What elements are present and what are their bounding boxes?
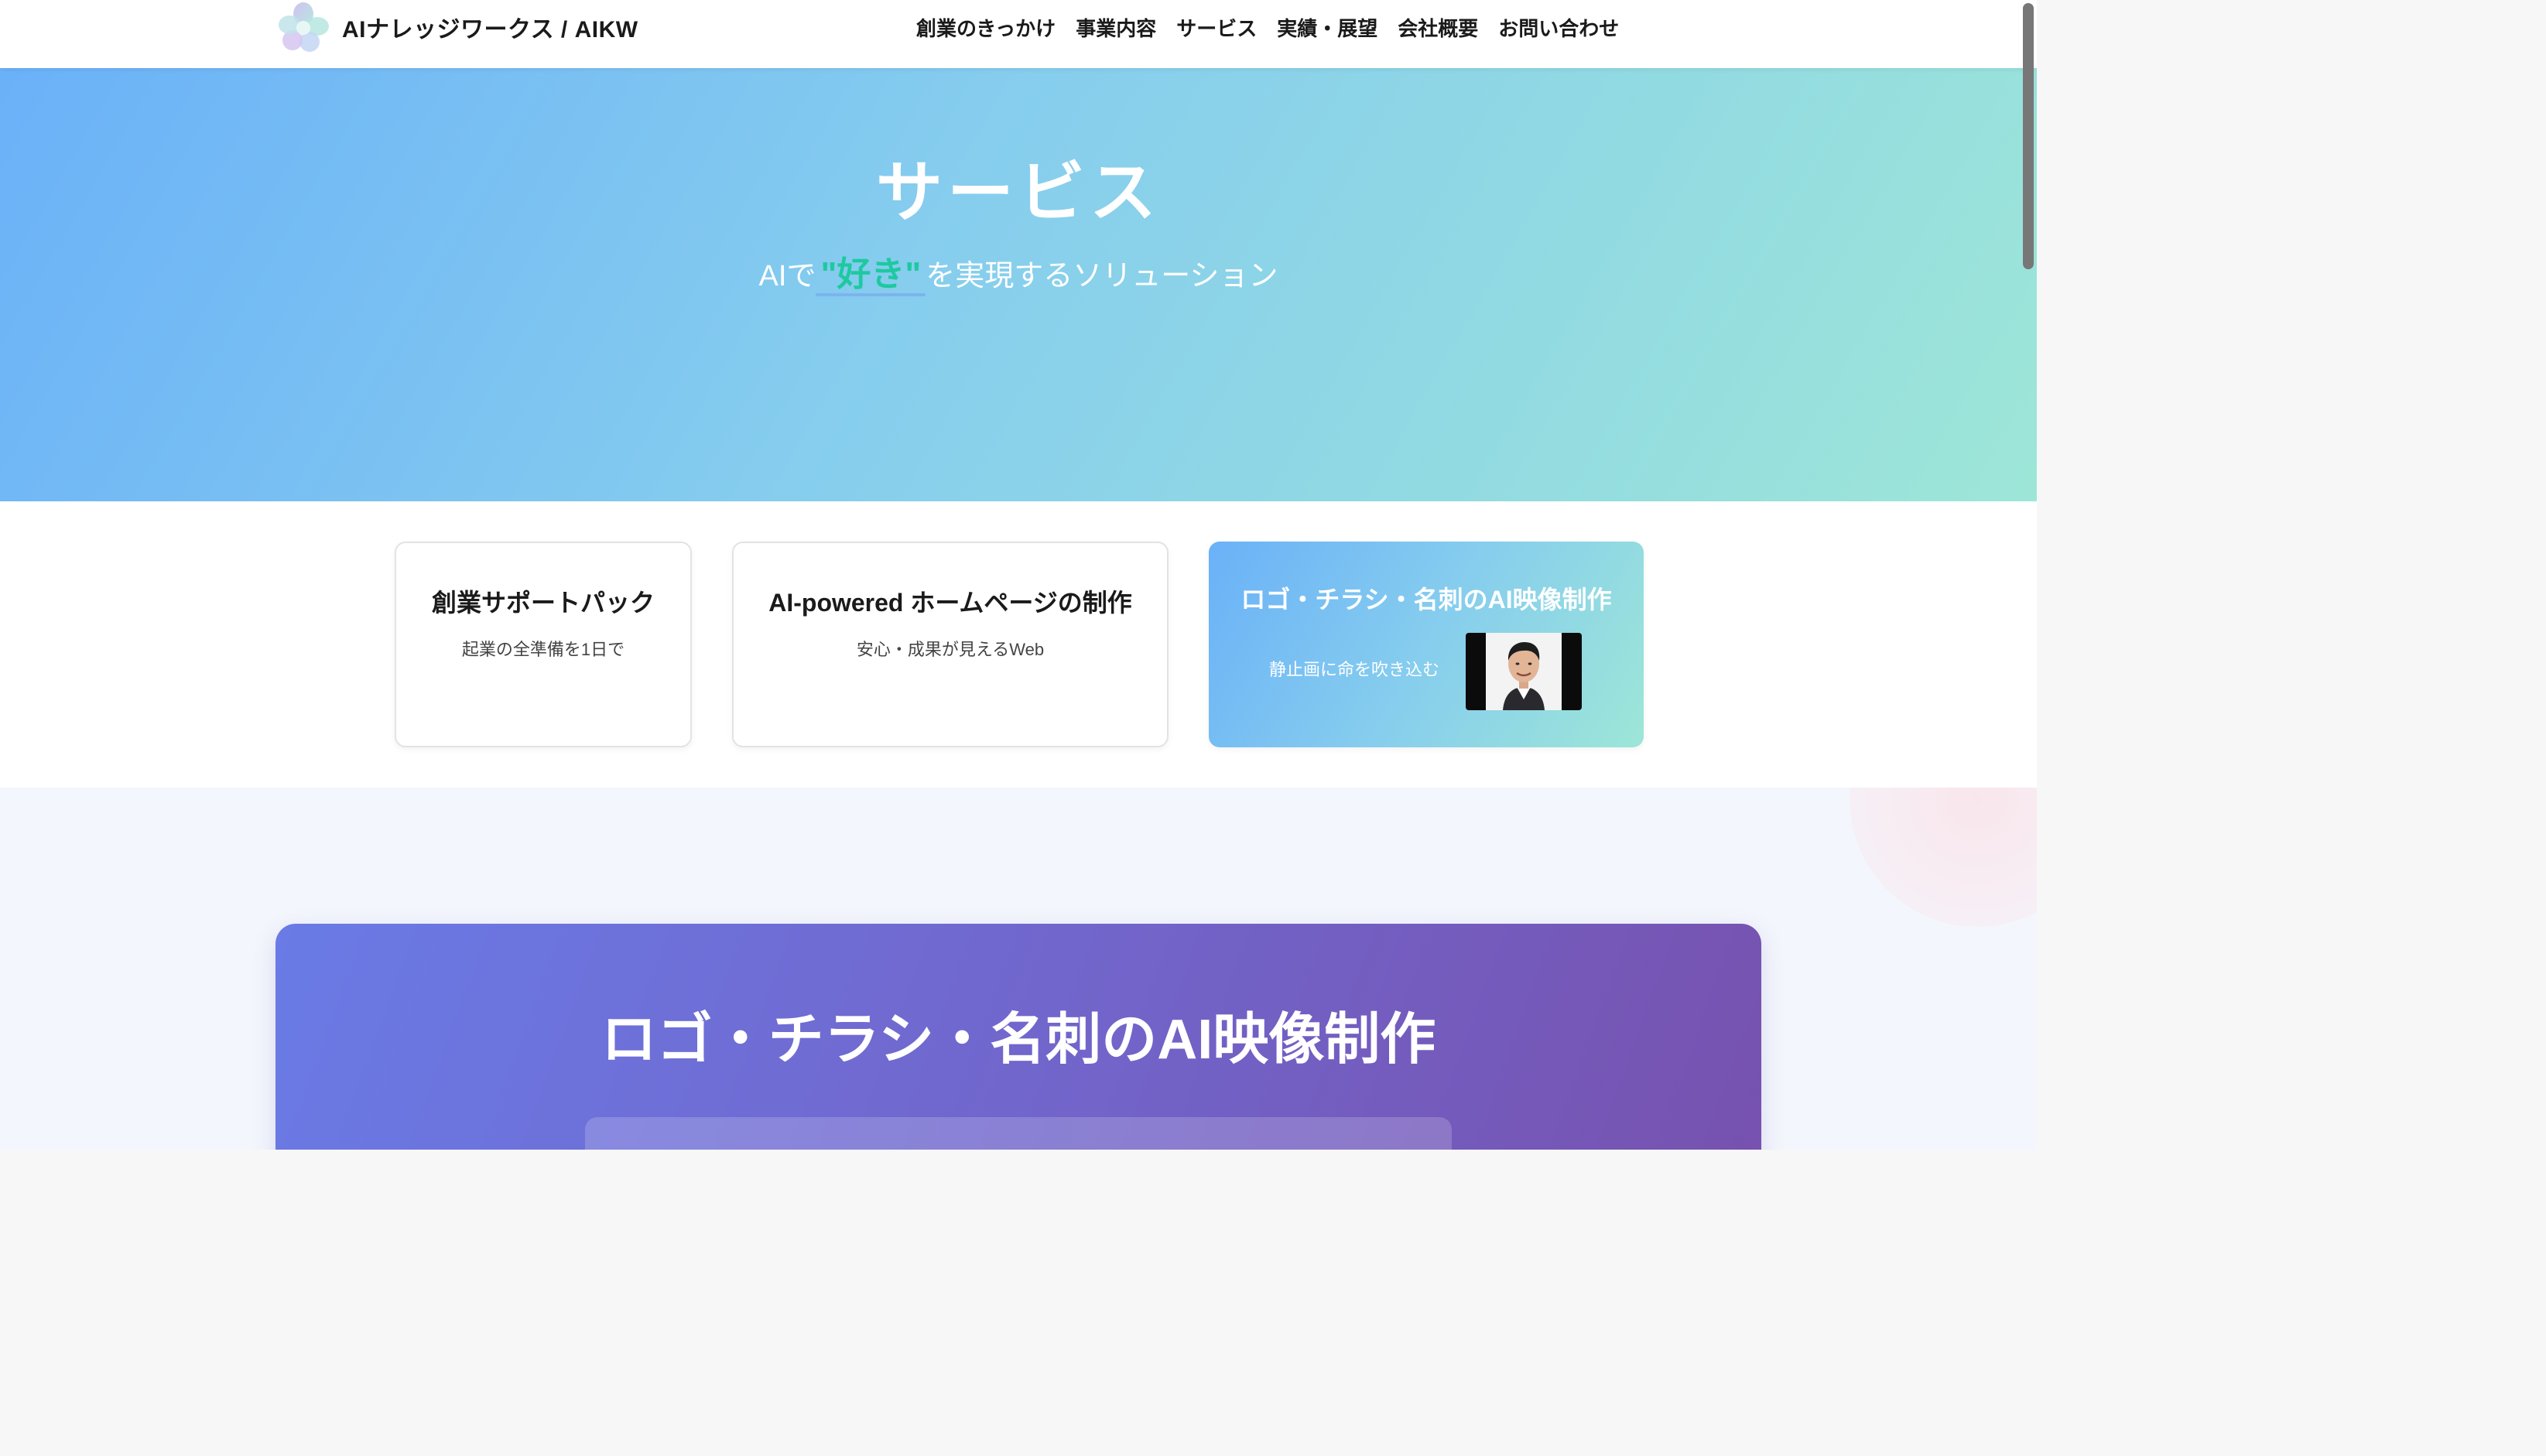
service-card-ai-video[interactable]: ロゴ・チラシ・名刺のAI映像制作 静止画に命を吹き込む xyxy=(1209,542,1644,747)
service-card-startup[interactable]: 創業サポートパック 起業の全準備を1日で xyxy=(395,542,692,747)
flower-logo-icon xyxy=(279,2,329,52)
service-card-website[interactable]: AI-powered ホームページの制作 安心・成果が見えるWeb xyxy=(732,542,1169,747)
site-logo[interactable]: AIナレッジワークス / AIKW xyxy=(275,0,638,54)
nav-services[interactable]: サービス xyxy=(1176,13,1257,42)
scrollbar-thumb[interactable] xyxy=(2023,3,2034,269)
nav-contact[interactable]: お問い合わせ xyxy=(1498,13,1619,42)
card-subtitle: 安心・成果が見えるWeb xyxy=(856,640,1045,659)
nav-achievements[interactable]: 実績・展望 xyxy=(1277,13,1377,42)
portrait-thumbnail-icon xyxy=(1466,633,1582,710)
scrollbar[interactable] xyxy=(2020,0,2037,1150)
hero-subtitle: AIで "好き" を実現するソリューション xyxy=(0,246,2037,296)
card-subtitle: 静止画に命を吹き込む xyxy=(1269,660,1440,679)
section-title: ロゴ・チラシ・名刺のAI映像制作 xyxy=(601,1009,1436,1071)
site-header: AIナレッジワークス / AIKW 創業のきっかけ 事業内容 サービス 実績・展… xyxy=(0,0,2037,68)
hero-subtitle-suffix: を実現するソリューション xyxy=(926,260,1278,292)
portrait-photo xyxy=(1486,633,1562,710)
browser-viewport: AIナレッジワークス / AIKW 創業のきっかけ 事業内容 サービス 実績・展… xyxy=(0,0,2037,1150)
card-title: 創業サポートパック xyxy=(431,589,655,617)
card-title: AI-powered ホームページの制作 xyxy=(768,589,1132,617)
nav-origin[interactable]: 創業のきっかけ xyxy=(916,13,1056,42)
site-name: AIナレッジワークス / AIKW xyxy=(342,17,638,43)
nav-business[interactable]: 事業内容 xyxy=(1076,13,1156,42)
nav-company[interactable]: 会社概要 xyxy=(1398,13,1478,42)
hero-subtitle-highlight: "好き" xyxy=(816,255,926,296)
page-title: サービス xyxy=(876,156,1161,230)
card-title: ロゴ・チラシ・名刺のAI映像制作 xyxy=(1240,586,1612,614)
decorative-circle xyxy=(1850,788,2037,927)
service-cards: 創業サポートパック 起業の全準備を1日で AI-powered ホームページの制… xyxy=(0,501,2037,788)
card-subtitle: 起業の全準備を1日で xyxy=(461,640,625,659)
feature-content-box xyxy=(585,1117,1452,1150)
ai-video-section: ロゴ・チラシ・名刺のAI映像制作 xyxy=(0,788,2037,1150)
hero-subtitle-prefix: AIで xyxy=(758,260,816,292)
hero-section: サービス AIで "好き" を実現するソリューション xyxy=(0,68,2037,501)
feature-panel: ロゴ・チラシ・名刺のAI映像制作 xyxy=(275,924,1761,1150)
main-nav: 創業のきっかけ 事業内容 サービス 実績・展望 会社概要 お問い合わせ xyxy=(916,0,1619,54)
